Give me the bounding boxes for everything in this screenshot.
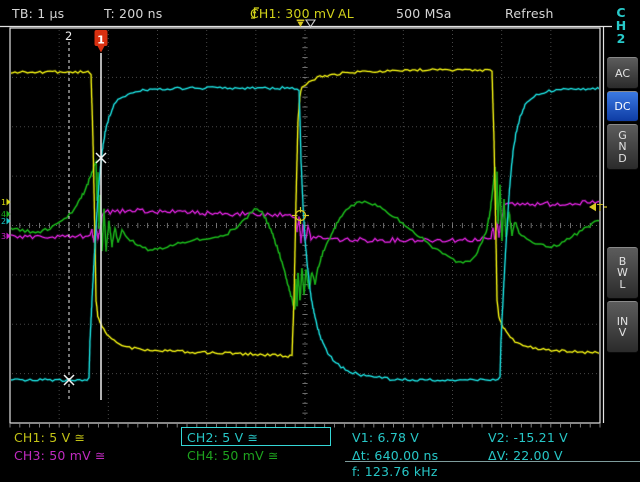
ch2-scale-readout[interactable]: CH2: 5 V ≅ <box>187 430 258 445</box>
trigger-source-label: CH1: 300 mV <box>250 6 336 21</box>
bwl-button-label: BWL <box>617 254 628 291</box>
bandwidth-limit-button[interactable]: BWL <box>607 247 638 299</box>
menu-title-ch2: CH2 <box>615 5 627 46</box>
ch3-position-marker[interactable]: 3 <box>1 232 11 241</box>
sample-rate-readout: 500 MSa <box>396 6 452 21</box>
invert-button[interactable]: INV <box>607 301 638 353</box>
inv-button-label: INV <box>616 314 629 339</box>
cursor-freq-readout: f: 123.76 kHz <box>352 464 438 479</box>
ch2-position-marker[interactable]: 2 <box>1 217 11 226</box>
coupling-dc-button[interactable]: DC <box>607 91 638 122</box>
trigger-slope-rising-icon <box>251 7 259 19</box>
channel-position-markers: 1423 <box>1 198 11 241</box>
cursor-1-label: 1 <box>97 34 105 47</box>
cursor-1-flag-tip <box>97 46 105 53</box>
coupling-gnd-button[interactable]: GND <box>607 124 638 170</box>
ch4-scale-readout[interactable]: CH4: 50 mV ≅ <box>187 448 279 463</box>
svg-text:3: 3 <box>1 232 6 241</box>
scope-display: 2 1T1423 <box>0 19 612 428</box>
frequency-separator <box>345 461 640 462</box>
oscilloscope-screen: 21T1423 TB: 1 μs T: 200 ns CH1: 300 mV A… <box>0 0 640 482</box>
reference-position-marker <box>304 19 317 28</box>
trigger-time-readout[interactable]: T: 200 ns <box>104 6 163 21</box>
svg-text:2: 2 <box>1 217 6 226</box>
trigger-mode-label: AL <box>338 6 354 21</box>
coupling-ac-button[interactable]: AC <box>607 57 638 89</box>
trigger-settings-readout[interactable]: CH1: 300 mV AL <box>250 6 354 21</box>
cursor-v2-readout: V2: -15.21 V <box>488 430 568 445</box>
ch1-scale-readout[interactable]: CH1: 5 V ≅ <box>14 430 85 445</box>
trigger-level-label: T <box>596 203 603 214</box>
gnd-button-label: GND <box>618 128 627 165</box>
dc-button-label: DC <box>614 100 631 113</box>
ac-button-label: AC <box>614 66 630 80</box>
ch3-scale-readout[interactable]: CH3: 50 mV ≅ <box>14 448 106 463</box>
cursor-2-label: 2 <box>65 29 72 43</box>
timebase-readout[interactable]: TB: 1 μs <box>12 6 64 21</box>
acquisition-mode-readout[interactable]: Refresh <box>505 6 554 21</box>
svg-text:1: 1 <box>1 198 6 207</box>
trigger-markers: T <box>292 19 607 224</box>
cursor-v1-readout: V1: 6.78 V <box>352 430 420 445</box>
ch1-position-marker[interactable]: 1 <box>1 198 11 207</box>
